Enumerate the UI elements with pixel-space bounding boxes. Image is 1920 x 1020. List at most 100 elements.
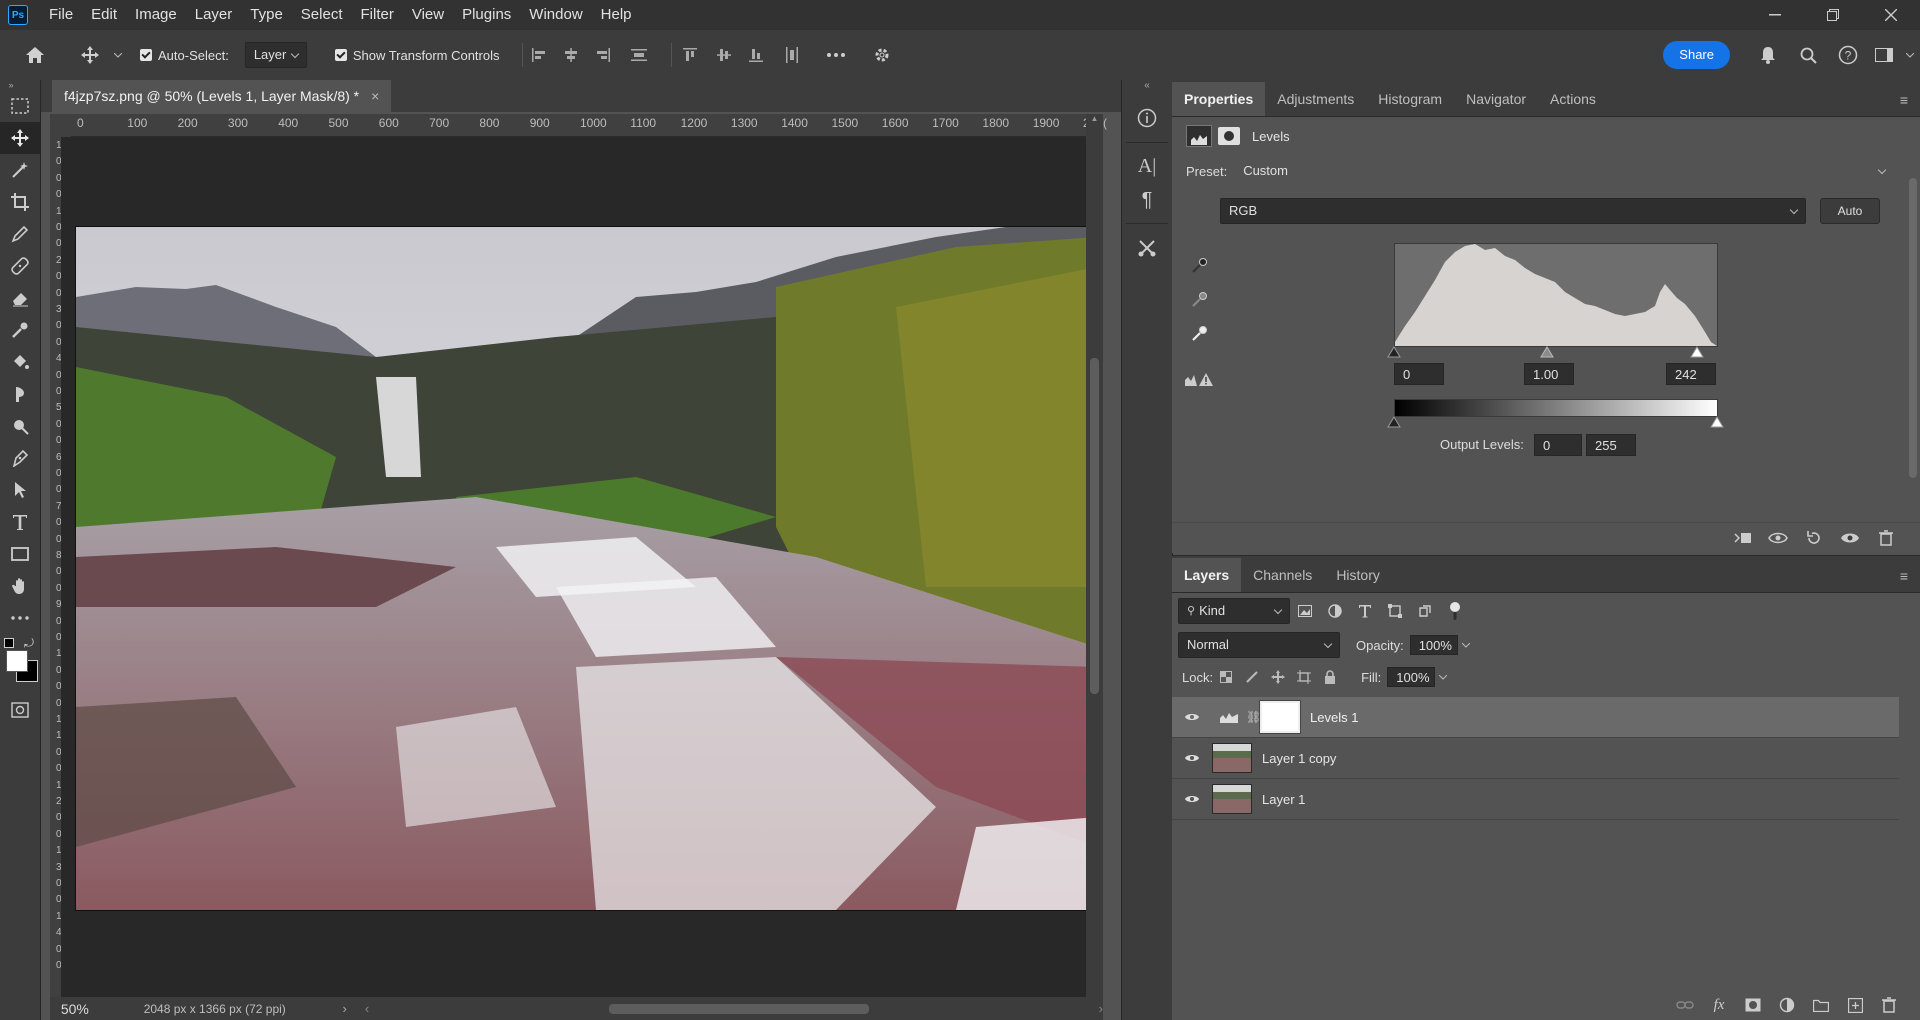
scroll-right-icon[interactable]: ›: [1099, 1001, 1103, 1016]
default-colors-icon[interactable]: [4, 638, 14, 648]
layer-name[interactable]: Levels 1: [1310, 710, 1358, 725]
character-panel-icon[interactable]: A|: [1122, 149, 1172, 183]
align-top-icon[interactable]: [672, 30, 708, 80]
reset-adjustment-icon[interactable]: [1796, 530, 1832, 546]
crop-tool-icon[interactable]: [0, 186, 40, 218]
align-right-icon[interactable]: [587, 30, 619, 80]
vertical-scrollbar[interactable]: ▲: [1086, 114, 1103, 997]
help-icon[interactable]: ?: [1828, 30, 1868, 80]
distribute-vertical-icon[interactable]: [619, 30, 659, 80]
panel-menu-icon[interactable]: ≡: [1900, 92, 1920, 116]
filter-type-icon[interactable]: [1350, 604, 1380, 618]
minimize-icon[interactable]: [1746, 0, 1804, 30]
properties-scroll-thumb[interactable]: [1909, 178, 1917, 478]
layer-row-layer-1[interactable]: Layer 1: [1172, 779, 1899, 820]
view-previous-state-icon[interactable]: [1760, 531, 1796, 545]
layer-visibility-eye-icon[interactable]: [1172, 712, 1212, 722]
eyedropper-tool-icon[interactable]: [0, 314, 40, 346]
layer-mask-icon[interactable]: [1218, 127, 1240, 145]
home-icon[interactable]: [0, 30, 70, 80]
move-tool-icon[interactable]: [0, 122, 40, 154]
input-level-sliders[interactable]: [1386, 345, 1726, 359]
workspace-chevron-icon[interactable]: [1900, 30, 1920, 80]
tool-presets-icon[interactable]: [1122, 230, 1172, 266]
align-bottom-icon[interactable]: [740, 30, 772, 80]
auto-select-checkbox[interactable]: Auto-Select:: [140, 48, 229, 63]
output-black-field[interactable]: 0: [1534, 434, 1582, 456]
link-layers-icon[interactable]: [1668, 1000, 1702, 1010]
vertical-scroll-thumb[interactable]: [1090, 358, 1099, 694]
channel-dropdown[interactable]: RGB: [1220, 198, 1806, 224]
menu-type[interactable]: Type: [241, 0, 292, 30]
blend-mode-dropdown[interactable]: Normal: [1178, 632, 1340, 658]
lock-artboard-icon[interactable]: [1291, 670, 1317, 684]
input-black-field[interactable]: 0: [1394, 363, 1444, 385]
tab-histogram[interactable]: Histogram: [1366, 82, 1454, 116]
layer-thumbnail[interactable]: [1212, 743, 1252, 773]
fill-field[interactable]: 100%: [1387, 667, 1436, 687]
tab-history[interactable]: History: [1324, 558, 1392, 592]
canvas-area[interactable]: ▲: [61, 114, 1103, 997]
align-center-icon[interactable]: [555, 30, 587, 80]
tab-channels[interactable]: Channels: [1241, 558, 1324, 592]
show-transform-checkbox[interactable]: Show Transform Controls: [334, 48, 500, 63]
filter-adjustment-icon[interactable]: [1320, 604, 1350, 618]
rectangle-tool-icon[interactable]: [0, 538, 40, 570]
dodge-tool-icon[interactable]: [0, 410, 40, 442]
menu-select[interactable]: Select: [292, 0, 352, 30]
filter-toggle-icon[interactable]: [1440, 602, 1470, 620]
layer-visibility-eye-icon[interactable]: [1172, 794, 1212, 804]
toggle-visibility-icon[interactable]: [1832, 531, 1868, 545]
delete-layer-icon[interactable]: [1872, 997, 1906, 1013]
auto-button[interactable]: Auto: [1820, 198, 1880, 224]
zoom-level[interactable]: 50%: [50, 1001, 100, 1017]
clipping-warning-icon[interactable]: [1182, 369, 1216, 389]
menu-file[interactable]: File: [40, 0, 82, 30]
pen-tool-icon[interactable]: [0, 442, 40, 474]
fill-chevron-icon[interactable]: [1435, 667, 1451, 687]
preset-dropdown[interactable]: Custom: [1235, 159, 1894, 183]
more-tools-icon[interactable]: [0, 602, 40, 634]
eraser-tool-icon[interactable]: [0, 282, 40, 314]
input-gamma-field[interactable]: 1.00: [1524, 363, 1574, 385]
marquee-tool-icon[interactable]: [0, 90, 40, 122]
horizontal-scroll-thumb[interactable]: [609, 1003, 870, 1014]
tab-navigator[interactable]: Navigator: [1454, 82, 1538, 116]
auto-select-dropdown[interactable]: Layer: [244, 42, 307, 68]
share-button[interactable]: Share: [1663, 41, 1730, 69]
restore-icon[interactable]: [1804, 0, 1862, 30]
layer-effects-fx-icon[interactable]: fx: [1702, 997, 1736, 1014]
distribute-horizontal-icon[interactable]: [772, 30, 812, 80]
levels-adjustment-icon[interactable]: [1186, 125, 1212, 147]
lock-position-icon[interactable]: [1265, 670, 1291, 684]
more-options-icon[interactable]: [812, 30, 860, 80]
layer-row-layer-1-copy[interactable]: Layer 1 copy: [1172, 738, 1899, 779]
scroll-up-icon[interactable]: ▲: [1086, 114, 1103, 128]
menu-image[interactable]: Image: [126, 0, 186, 30]
tab-layers[interactable]: Layers: [1172, 558, 1242, 592]
hand-tool-icon[interactable]: [0, 570, 40, 602]
new-adjustment-layer-icon[interactable]: [1770, 997, 1804, 1013]
lock-image-pixels-icon[interactable]: [1239, 671, 1265, 683]
menu-help[interactable]: Help: [592, 0, 641, 30]
ruler-origin[interactable]: [50, 114, 71, 136]
filter-shape-icon[interactable]: [1380, 604, 1410, 618]
layer-thumbnail[interactable]: [1212, 784, 1252, 814]
layer-row-levels-1[interactable]: ⛓ Levels 1: [1172, 697, 1899, 738]
expand-panels-icon[interactable]: «: [1122, 80, 1172, 92]
opacity-chevron-icon[interactable]: [1458, 635, 1474, 655]
workspace-icon[interactable]: [1868, 30, 1900, 80]
tool-preset-chevron-icon[interactable]: [110, 30, 126, 80]
lock-all-icon[interactable]: [1317, 670, 1343, 684]
delete-adjustment-icon[interactable]: [1868, 530, 1904, 546]
align-left-icon[interactable]: [523, 30, 555, 80]
paint-bucket-tool-icon[interactable]: [0, 346, 40, 378]
white-point-eyedropper-icon[interactable]: [1188, 321, 1212, 345]
menu-edit[interactable]: Edit: [82, 0, 126, 30]
output-white-field[interactable]: 255: [1586, 434, 1636, 456]
menu-filter[interactable]: Filter: [352, 0, 403, 30]
menu-plugins[interactable]: Plugins: [453, 0, 520, 30]
paragraph-panel-icon[interactable]: ¶: [1122, 183, 1172, 217]
layer-mask-thumbnail[interactable]: [1259, 700, 1301, 734]
quick-mask-icon[interactable]: [0, 694, 40, 726]
